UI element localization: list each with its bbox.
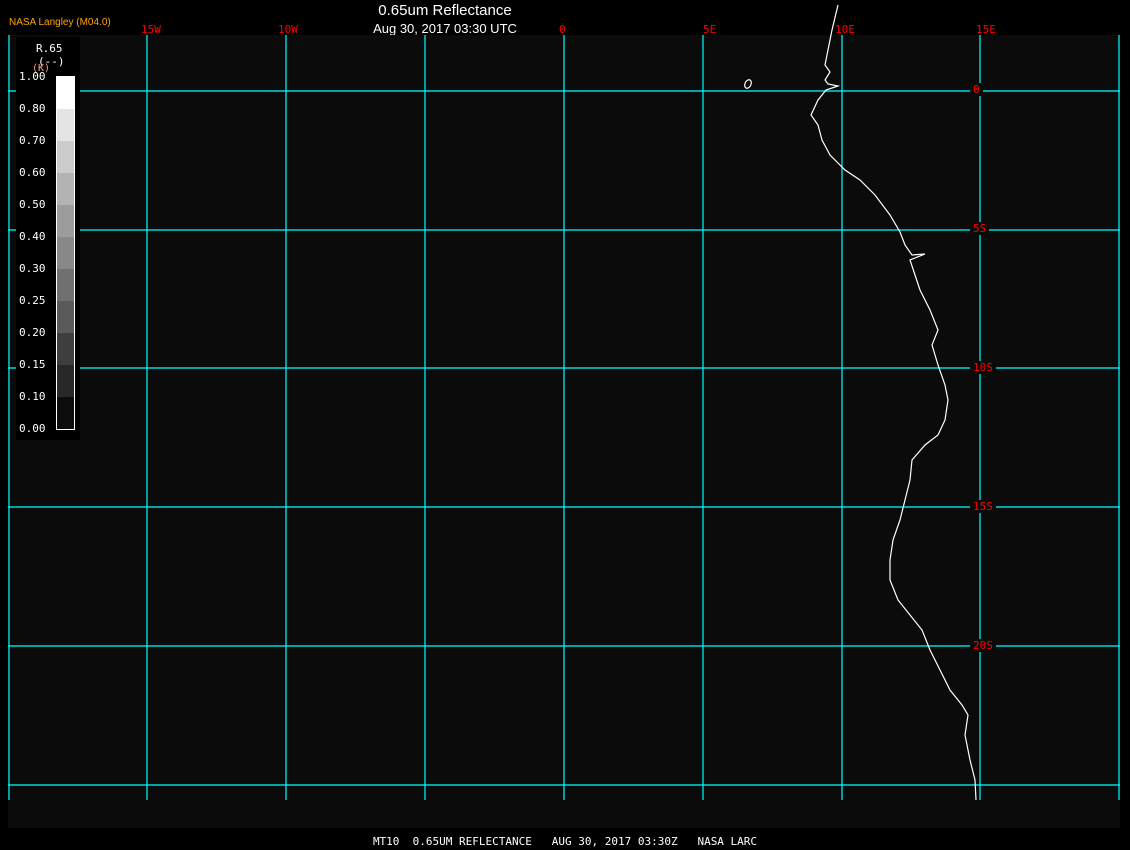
- coastline: [810, 4, 977, 801]
- legend-swatch: [57, 397, 74, 429]
- lon-label: 5E: [703, 23, 717, 36]
- legend-tick: 0.40: [19, 230, 46, 243]
- footer-caption: MT10 0.65UM REFLECTANCE AUG 30, 2017 03:…: [372, 835, 758, 848]
- legend-tick: 0.50: [19, 198, 46, 211]
- legend-swatch: [57, 269, 74, 301]
- map-overlay: [8, 4, 1120, 801]
- lon-label: 10E: [835, 23, 855, 36]
- legend-variable: R.65: [36, 42, 63, 55]
- legend-tick: 0.70: [19, 134, 46, 147]
- legend-swatch: [57, 365, 74, 397]
- lat-label: 10S: [970, 361, 996, 374]
- legend-tick: 0.20: [19, 326, 46, 339]
- color-bar: [56, 76, 75, 430]
- legend-tick: 0.10: [19, 390, 46, 403]
- lon-label: 15W: [141, 23, 161, 36]
- legend-swatch: [57, 141, 74, 173]
- legend-tick: 0.25: [19, 294, 46, 307]
- legend-tick: 0.15: [19, 358, 46, 371]
- legend-tick: 0.00: [19, 422, 46, 435]
- color-legend: R.65 (--) (K) 1.00 0.80 0.70 0.60 0.50 0.40 0.…: [16, 37, 80, 440]
- legend-swatch: [57, 237, 74, 269]
- lat-lon-grid: [8, 35, 1120, 800]
- legend-swatch: [57, 333, 74, 365]
- lat-label: 15S: [970, 500, 996, 513]
- legend-tick: 0.80: [19, 102, 46, 115]
- legend-swatch: [57, 109, 74, 141]
- lon-label: 10W: [278, 23, 298, 36]
- legend-tick: 0.30: [19, 262, 46, 275]
- lon-label: 15E: [976, 23, 996, 36]
- satellite-image-viewer: NASA Langley (M04.0) 0.65um Reflectance …: [0, 0, 1130, 850]
- legend-swatch: [57, 77, 74, 109]
- legend-swatch: [57, 205, 74, 237]
- lat-label: 0: [970, 83, 983, 96]
- lat-label: 5S: [970, 222, 990, 235]
- lat-label: 20S: [970, 639, 996, 652]
- legend-tick: 0.60: [19, 166, 46, 179]
- legend-tick: 1.00: [19, 70, 46, 83]
- island-outline: [744, 79, 752, 89]
- lon-label: 0: [559, 23, 566, 36]
- legend-swatch: [57, 301, 74, 333]
- legend-swatch: [57, 173, 74, 205]
